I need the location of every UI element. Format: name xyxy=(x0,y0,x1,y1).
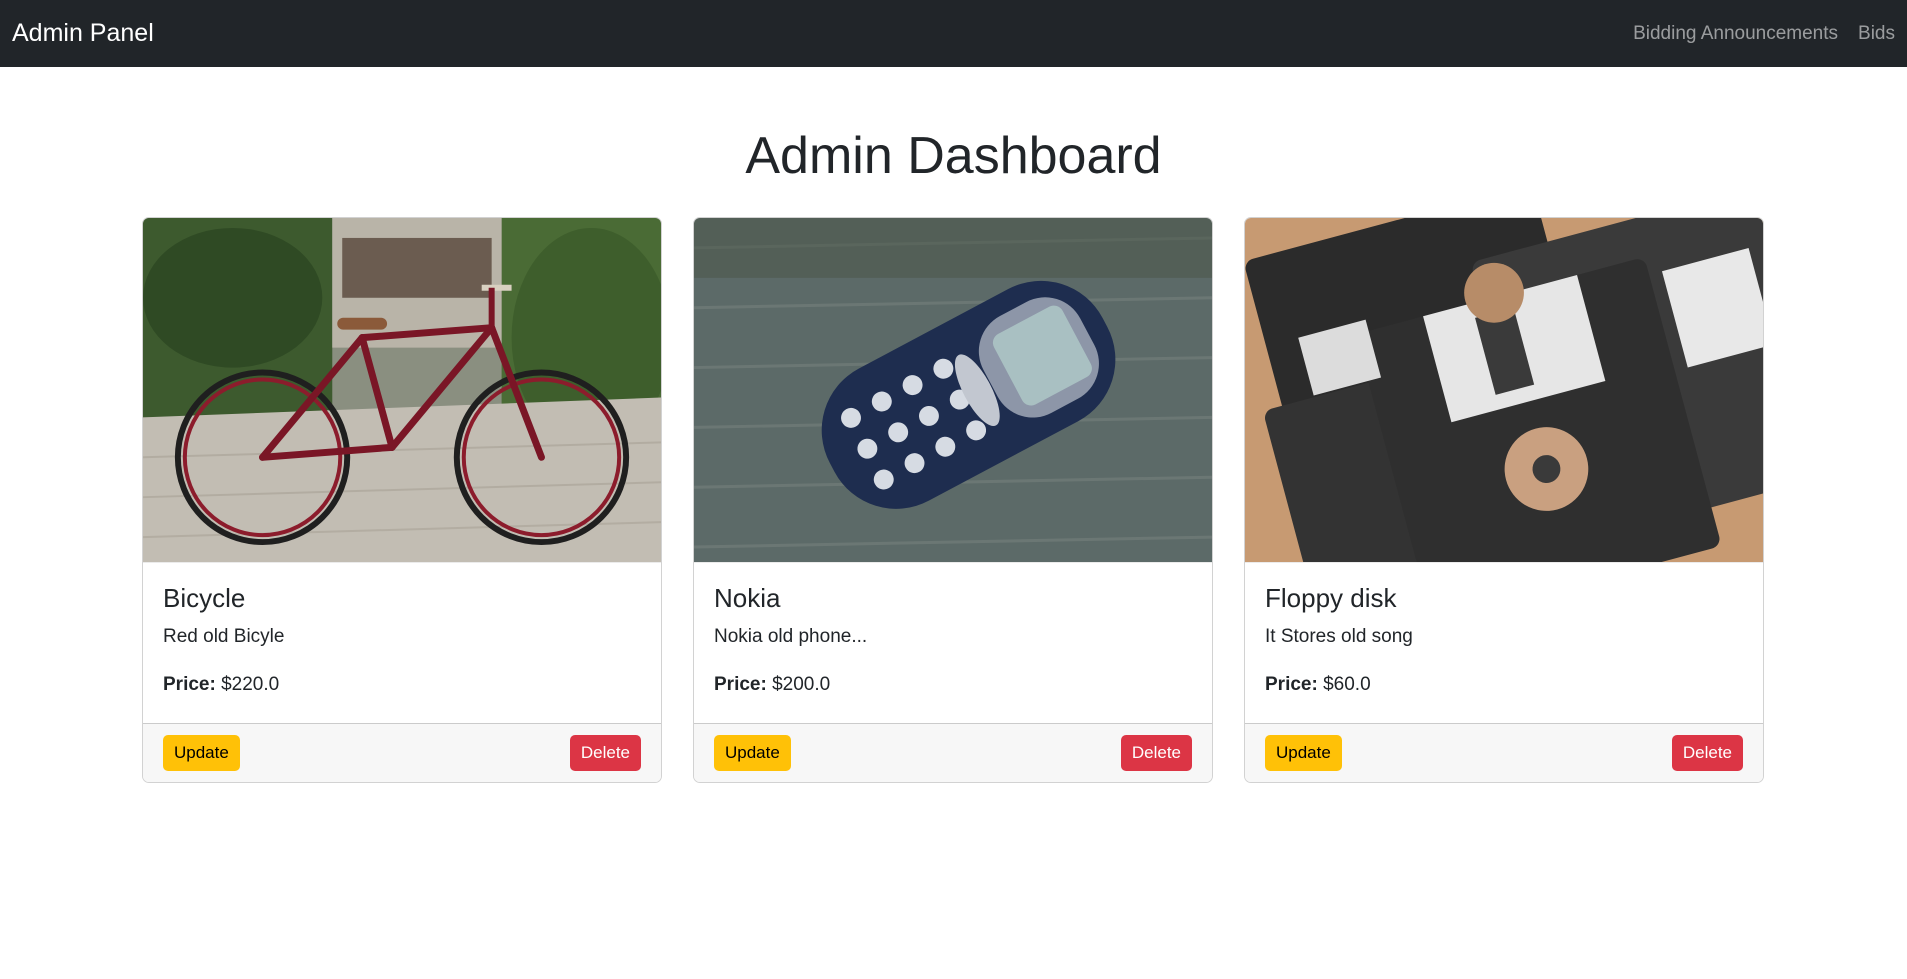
item-card: Floppy disk It Stores old song Price: $6… xyxy=(1244,217,1764,783)
navbar-brand[interactable]: Admin Panel xyxy=(12,19,154,48)
item-card-footer: Update Delete xyxy=(694,723,1212,782)
price-value: $60.0 xyxy=(1323,674,1371,695)
item-card-body: Bicycle Red old Bicyle Price: $220.0 xyxy=(143,563,661,723)
price-value: $220.0 xyxy=(221,674,280,695)
update-button[interactable]: Update xyxy=(1265,735,1342,771)
item-image-floppy-disk xyxy=(1245,218,1763,563)
item-title: Floppy disk xyxy=(1265,583,1397,613)
price-label: Price: xyxy=(1265,674,1318,695)
item-card-body: Floppy disk It Stores old song Price: $6… xyxy=(1245,563,1763,723)
update-button[interactable]: Update xyxy=(714,735,791,771)
item-card-footer: Update Delete xyxy=(1245,723,1763,782)
item-description: It Stores old song xyxy=(1265,626,1413,647)
item-card-body: Nokia Nokia old phone... Price: $200.0 xyxy=(694,563,1212,723)
item-description: Red old Bicyle xyxy=(163,626,285,647)
nav-link-bidding-announcements[interactable]: Bidding Announcements xyxy=(1633,23,1838,45)
price-label: Price: xyxy=(163,674,216,695)
item-card-footer: Update Delete xyxy=(143,723,661,782)
delete-button[interactable]: Delete xyxy=(1120,735,1192,771)
page-title: Admin Dashboard xyxy=(745,127,1162,185)
top-navbar: Admin Panel Bidding Announcements Bids xyxy=(0,0,1907,67)
price-label: Price: xyxy=(714,674,767,695)
delete-button[interactable]: Delete xyxy=(569,735,641,771)
item-card: Bicycle Red old Bicyle Price: $220.0 Upd… xyxy=(142,217,662,783)
item-price: Price: $220.0 xyxy=(163,674,641,696)
item-price: Price: $200.0 xyxy=(714,674,1192,696)
item-image-bicycle xyxy=(143,218,661,563)
item-title: Nokia xyxy=(714,583,781,613)
item-price: Price: $60.0 xyxy=(1265,674,1743,696)
item-image-nokia xyxy=(694,218,1212,563)
item-title: Bicycle xyxy=(163,583,246,613)
item-card-list: Bicycle Red old Bicyle Price: $220.0 Upd… xyxy=(142,217,1764,783)
item-description: Nokia old phone... xyxy=(714,626,868,647)
delete-button[interactable]: Delete xyxy=(1671,735,1743,771)
item-card: Nokia Nokia old phone... Price: $200.0 U… xyxy=(693,217,1213,783)
nav-link-bids[interactable]: Bids xyxy=(1858,23,1895,45)
price-value: $200.0 xyxy=(772,674,831,695)
update-button[interactable]: Update xyxy=(163,735,240,771)
navbar-links: Bidding Announcements Bids xyxy=(1633,23,1895,45)
